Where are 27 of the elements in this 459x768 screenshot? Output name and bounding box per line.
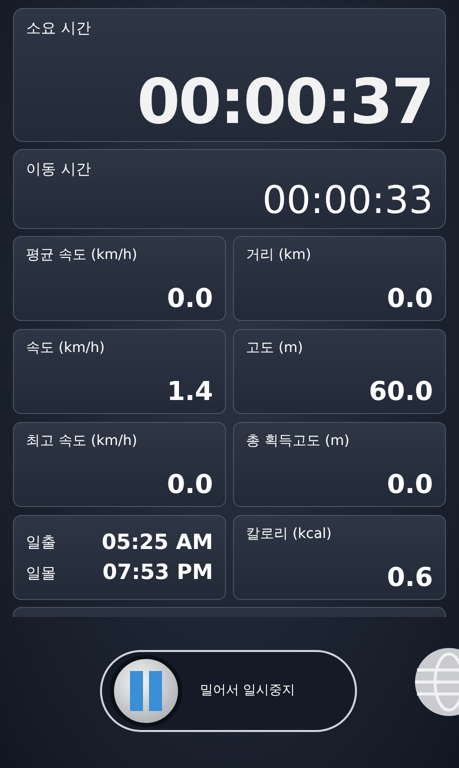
globe-icon[interactable]: [413, 648, 459, 716]
sun-label: 일출: [26, 532, 56, 553]
stat-label: 최고 속도 (km/h): [26, 432, 138, 451]
stat-label: 평균 속도 (km/h): [26, 246, 138, 265]
stat-label: 총 획득고도 (m): [246, 432, 350, 451]
card-label: 이동 시간: [26, 159, 91, 180]
pause-handle[interactable]: [110, 655, 182, 727]
stat-value: 0.0: [386, 472, 433, 498]
elapsed-time: 00:00:37: [136, 71, 433, 133]
pause-slider[interactable]: 밀어서 일시중지: [100, 650, 357, 732]
stat-value: 0.0: [166, 286, 213, 312]
slider-label: 밀어서 일시중지: [200, 682, 296, 700]
sun-time: 07:53 PM: [102, 562, 213, 584]
stat-value: 1.4: [166, 379, 213, 405]
sun-label: 일몰: [26, 562, 56, 584]
stat-value: 60.0: [368, 379, 433, 405]
stat-label: 거리 (km): [246, 246, 312, 265]
card-label: 소요 시간: [26, 18, 91, 39]
stat-value: 0.0: [166, 472, 213, 498]
stat-label: 고도 (m): [246, 339, 304, 358]
stat-value: 0.6: [386, 565, 433, 591]
pause-icon: [129, 670, 163, 712]
sun-time: 05:25 AM: [102, 532, 213, 553]
stat-label: 속도 (km/h): [26, 339, 105, 358]
moving-time: 00:00:33: [262, 180, 433, 218]
stat-label: 칼로리 (kcal): [246, 525, 332, 544]
stat-value: 0.0: [386, 286, 433, 312]
